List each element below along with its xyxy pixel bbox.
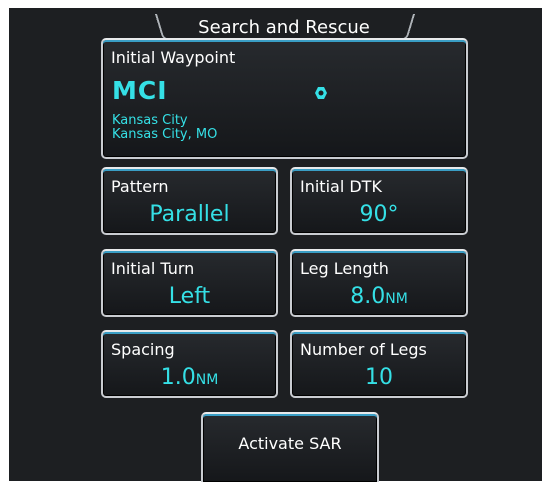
leg-length-readout: 8.0NM [292, 284, 466, 309]
waypoint-city: Kansas City [112, 113, 188, 128]
initial-turn-button[interactable]: Initial Turn Left [101, 249, 278, 317]
leg-length-unit: NM [385, 291, 408, 307]
spacing-unit: NM [195, 372, 219, 388]
initial-waypoint-button[interactable]: Initial Waypoint MCI Kansas City Kansas … [101, 38, 468, 159]
activate-sar-button[interactable]: Activate SAR [201, 412, 379, 482]
initial-turn-value: Left [168, 284, 211, 309]
pattern-label: Pattern [111, 177, 169, 196]
spacing-value: 1.0 [160, 365, 196, 390]
page-title: Search and Rescue [198, 17, 370, 38]
vor-icon [315, 87, 327, 99]
initial-dtk-value: 90° [359, 202, 399, 227]
leg-length-button[interactable]: Leg Length 8.0NM [290, 249, 468, 317]
number-of-legs-label: Number of Legs [300, 340, 427, 359]
number-of-legs-button[interactable]: Number of Legs 10 [290, 330, 468, 398]
activate-sar-label: Activate SAR [238, 434, 342, 453]
number-of-legs-value: 10 [365, 365, 393, 390]
spacing-readout: 1.0NM [103, 365, 276, 390]
spacing-button[interactable]: Spacing 1.0NM [101, 330, 278, 398]
initial-dtk-button[interactable]: Initial DTK 90° [290, 167, 468, 235]
leg-length-value: 8.0 [350, 284, 386, 309]
pattern-button[interactable]: Pattern Parallel [101, 167, 278, 235]
initial-dtk-label: Initial DTK [300, 177, 382, 196]
pattern-value: Parallel [149, 202, 230, 227]
waypoint-location: Kansas City, MO [112, 127, 218, 142]
initial-turn-label: Initial Turn [111, 259, 195, 278]
initial-waypoint-label: Initial Waypoint [111, 48, 236, 67]
waypoint-ident: MCI [112, 76, 168, 105]
spacing-label: Spacing [111, 340, 175, 359]
sar-screen: Search and Rescue Initial Waypoint MCI K… [9, 8, 542, 482]
leg-length-label: Leg Length [300, 259, 389, 278]
